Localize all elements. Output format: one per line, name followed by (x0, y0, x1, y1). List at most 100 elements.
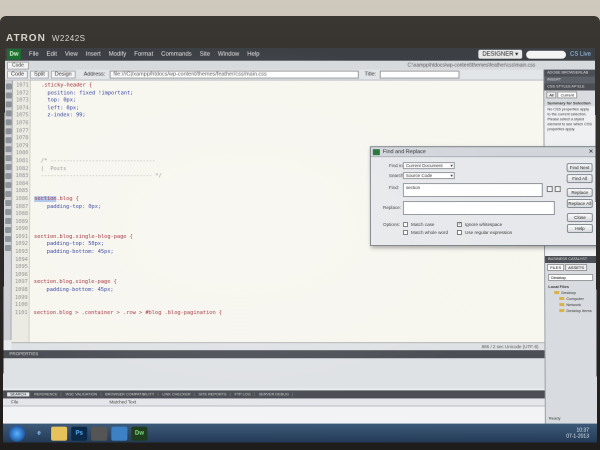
ap-elements-tab[interactable]: AP ELE (571, 85, 584, 89)
code-line[interactable]: 1095 (12, 264, 544, 272)
help-button[interactable]: Help (566, 224, 593, 234)
line-numbers-icon[interactable] (5, 137, 12, 144)
results-col-matched-text[interactable]: Matched Text (39, 399, 136, 404)
design-view-button[interactable]: Design (50, 70, 76, 79)
ie-taskbar-icon[interactable]: e (31, 426, 47, 440)
apply-comment-icon[interactable] (5, 182, 12, 189)
browserlab-header[interactable]: ADOBE BROWSERLAB (544, 69, 596, 77)
find-next-button[interactable]: Find Next (566, 163, 593, 173)
photoshop-taskbar-icon[interactable]: Ps (71, 426, 88, 441)
tab-server-debug[interactable]: SERVER DEBUG (255, 392, 293, 397)
results-col-file[interactable]: File (3, 399, 39, 404)
code-line[interactable]: 1100 (12, 302, 545, 310)
assets-tab[interactable]: ASSETS (565, 264, 588, 272)
code-line[interactable]: 1093 padding-bottom: 45px; (12, 249, 544, 257)
word-wrap-icon[interactable] (5, 155, 12, 162)
workspace-switcher[interactable]: DESIGNER ▾ (478, 49, 523, 59)
menu-format[interactable]: Format (130, 51, 157, 57)
code-line[interactable]: 1076 (13, 120, 544, 128)
match-whole-word-checkbox[interactable] (402, 230, 408, 236)
code-line[interactable]: 1098 padding-bottom: 45px; (12, 287, 545, 295)
system-clock[interactable]: 10:37 07-1-2013 (566, 427, 597, 439)
menu-file[interactable]: File (25, 51, 43, 57)
expand-all-icon[interactable] (5, 110, 12, 117)
dreamweaver-taskbar-icon[interactable]: Dw (131, 426, 148, 441)
address-input[interactable]: file:///C|/xampp/htdocs/wp-content/theme… (109, 70, 359, 79)
code-line[interactable]: 1072 position: fixed !important; (13, 90, 543, 98)
properties-panel-header[interactable]: PROPERTIES (3, 350, 545, 359)
tab-browser-compatibility[interactable]: BROWSER COMPATIBILITY (102, 392, 159, 397)
code-line[interactable]: 1101 section.blog > .container > .row > #… (12, 310, 545, 318)
select-parent-tag-icon[interactable] (5, 119, 12, 126)
document-tab[interactable]: Code (6, 61, 29, 70)
app-taskbar-icon[interactable] (91, 426, 108, 441)
menu-commands[interactable]: Commands (157, 51, 196, 57)
find-in-select[interactable]: Current Document (402, 162, 455, 170)
start-button-icon[interactable] (8, 425, 26, 442)
replace-button[interactable]: Replace (566, 188, 593, 198)
use-regex-checkbox[interactable] (456, 230, 462, 236)
indent-code-icon[interactable] (5, 227, 12, 234)
menu-view[interactable]: View (61, 51, 82, 57)
balance-braces-icon[interactable] (5, 128, 12, 135)
css-styles-header[interactable]: CSS STYLES AP ELE (544, 83, 596, 91)
menu-modify[interactable]: Modify (105, 51, 131, 57)
open-documents-icon[interactable] (5, 83, 12, 90)
match-case-checkbox[interactable] (402, 222, 408, 228)
replace-all-button[interactable]: Replace All (566, 199, 593, 209)
format-source-icon[interactable] (4, 244, 11, 251)
css-tab-all[interactable]: All (546, 91, 557, 99)
code-line[interactable]: 1075 z-index: 99; (13, 113, 544, 121)
highlight-invalid-code-icon[interactable] (5, 146, 12, 153)
tree-item[interactable]: Desktop items (551, 308, 596, 314)
replace-textarea[interactable] (402, 201, 555, 216)
tab-w3c-validation[interactable]: W3C VALIDATION (62, 392, 102, 397)
tab-search[interactable]: SEARCH (7, 392, 31, 397)
collapse-selection-icon[interactable] (5, 101, 12, 108)
outdent-code-icon[interactable] (5, 236, 12, 243)
app-taskbar-icon[interactable] (111, 426, 128, 441)
code-line[interactable]: 1096 (12, 272, 544, 280)
tab-site-reports[interactable]: SITE REPORTS (195, 392, 231, 397)
code-view-button[interactable]: Code (6, 70, 29, 79)
syntax-coloring-icon[interactable] (5, 164, 12, 171)
remove-comment-icon[interactable] (5, 191, 12, 198)
css-styles-tab[interactable]: CSS STYLES (547, 85, 570, 89)
code-line[interactable]: 1099 (12, 295, 545, 303)
code-line[interactable]: 1078 (13, 135, 544, 143)
move-css-icon[interactable] (5, 218, 12, 225)
insert-panel-header[interactable]: INSERT (544, 76, 596, 84)
close-icon[interactable]: ✕ (588, 147, 593, 157)
files-tab[interactable]: FILES (547, 264, 565, 272)
tab-ftp-log[interactable]: FTP LOG (231, 392, 255, 397)
find-all-button[interactable]: Find All (566, 174, 593, 184)
wrap-tag-icon[interactable] (5, 200, 12, 207)
help-search-input[interactable] (526, 50, 567, 59)
business-catalyst-header[interactable]: BUSINESS CATALYST (545, 256, 597, 264)
code-line[interactable]: 1077 (13, 128, 544, 136)
code-line[interactable]: 1094 (12, 257, 544, 265)
menu-insert[interactable]: Insert (82, 51, 105, 57)
split-view-button[interactable]: Split (30, 70, 49, 79)
tab-reference[interactable]: REFERENCE (31, 392, 62, 397)
menu-edit[interactable]: Edit (43, 51, 61, 57)
tab-link-checker[interactable]: LINK CHECKER (159, 392, 195, 397)
ignore-whitespace-checkbox[interactable] (456, 222, 462, 228)
menu-window[interactable]: Window (214, 51, 243, 57)
title-input[interactable] (380, 70, 460, 79)
collapse-tag-icon[interactable] (5, 92, 12, 99)
save-query-icon[interactable] (554, 186, 561, 193)
menu-help[interactable]: Help (243, 51, 263, 57)
menu-site[interactable]: Site (196, 51, 214, 57)
css-tab-current[interactable]: Current (557, 91, 578, 99)
code-line[interactable]: 1074 left: 0px; (13, 105, 544, 113)
code-line[interactable]: 1097 section.blog.single-page { (12, 279, 544, 287)
explorer-taskbar-icon[interactable] (51, 426, 68, 441)
dialog-title-bar[interactable]: Find and Replace ✕ (370, 147, 597, 158)
find-textarea[interactable]: section (402, 183, 543, 198)
cs-live-button[interactable]: CS Live (570, 51, 591, 57)
load-query-icon[interactable] (546, 186, 553, 193)
recent-snippets-icon[interactable] (5, 209, 12, 216)
files-site-select[interactable]: Desktop (548, 274, 594, 282)
code-line[interactable]: 1071 .sticky-header { (13, 83, 543, 91)
